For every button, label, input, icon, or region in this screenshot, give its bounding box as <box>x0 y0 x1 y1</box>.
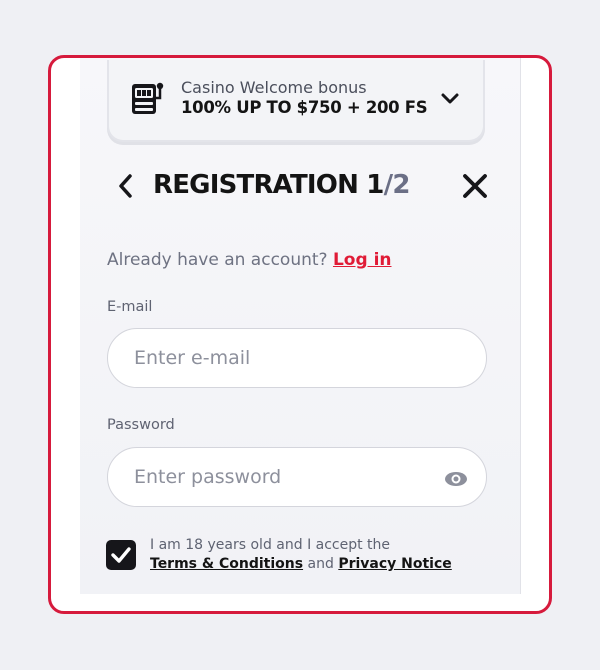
checkmark-icon <box>111 547 131 563</box>
page-title-text: REGISTRATION 1 <box>153 170 384 200</box>
bonus-selector[interactable]: Casino Welcome bonus 100% UP TO $750 + 2… <box>107 60 485 142</box>
page-title: REGISTRATION 1/2 <box>153 170 410 200</box>
bonus-label: Casino Welcome bonus <box>181 78 367 97</box>
step-total: 2 <box>392 170 410 200</box>
password-input[interactable] <box>107 447 487 507</box>
consent-checkbox[interactable] <box>106 540 136 570</box>
login-prompt-text: Already have an account? <box>107 250 333 270</box>
login-prompt: Already have an account? Log in <box>107 250 392 270</box>
chevron-down-icon[interactable] <box>439 88 461 110</box>
consent-and: and <box>303 556 339 572</box>
chevron-left-icon[interactable] <box>113 172 139 200</box>
registration-modal: Casino Welcome bonus 100% UP TO $750 + 2… <box>48 55 552 614</box>
close-icon[interactable] <box>461 172 489 200</box>
step-separator: / <box>383 170 393 200</box>
consent-text: I am 18 years old and I accept the Terms… <box>150 536 452 574</box>
eye-icon[interactable] <box>444 469 468 489</box>
registration-header: REGISTRATION 1/2 <box>107 166 489 206</box>
email-label: E-mail <box>107 299 153 315</box>
bonus-title: 100% UP TO $750 + 200 FS <box>181 98 428 117</box>
email-input[interactable] <box>107 328 487 388</box>
slot-machine-icon <box>132 82 164 114</box>
login-link[interactable]: Log in <box>333 250 392 270</box>
consent-line-2: Terms & Conditions and Privacy Notice <box>150 555 452 574</box>
terms-link[interactable]: Terms & Conditions <box>150 556 303 572</box>
consent-line-1: I am 18 years old and I accept the <box>150 537 391 553</box>
privacy-link[interactable]: Privacy Notice <box>338 556 451 572</box>
password-label: Password <box>107 417 175 433</box>
